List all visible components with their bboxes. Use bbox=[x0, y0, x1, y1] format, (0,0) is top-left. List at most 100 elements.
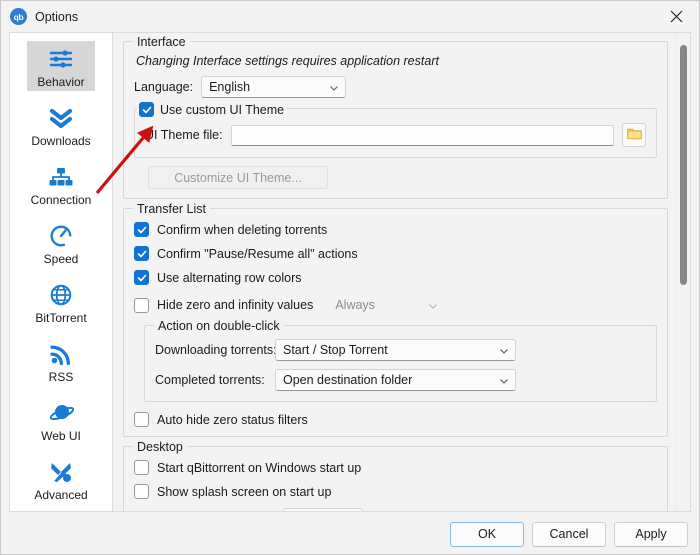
completed-action-value: Open destination folder bbox=[283, 373, 413, 387]
confirm-pause-resume-row[interactable]: Confirm "Pause/Resume all" actions bbox=[134, 246, 657, 261]
scrollbar-thumb[interactable] bbox=[680, 45, 687, 285]
use-custom-ui-theme-label: Use custom UI Theme bbox=[160, 102, 285, 117]
sidebar-item-label: Behavior bbox=[37, 75, 85, 89]
sidebar-item-speed[interactable]: Speed bbox=[10, 213, 112, 272]
speedometer-icon bbox=[44, 221, 78, 251]
language-row: Language: English bbox=[134, 76, 657, 98]
restart-note: Changing Interface settings requires app… bbox=[136, 54, 439, 68]
language-value: English bbox=[209, 80, 251, 94]
sidebar-item-bittorrent[interactable]: BitTorrent bbox=[10, 272, 112, 331]
confirm-pause-resume-checkbox[interactable] bbox=[134, 246, 149, 261]
theme-file-input[interactable] bbox=[230, 124, 614, 146]
hide-zero-values-checkbox[interactable] bbox=[134, 297, 149, 313]
sidebar-item-rss[interactable]: RSS bbox=[10, 331, 112, 390]
globe-icon bbox=[44, 280, 78, 310]
auto-hide-filters-label: Auto hide zero status filters bbox=[157, 412, 308, 427]
settings-sidebar[interactable]: Behavior Downloads Connection Speed BitT… bbox=[9, 32, 113, 512]
sidebar-item-label: RSS bbox=[48, 370, 74, 384]
auto-hide-filters-checkbox[interactable] bbox=[134, 412, 149, 427]
custom-theme-group: Use custom UI Theme UI Theme file: bbox=[134, 102, 657, 158]
downloading-action-row: Downloading torrents: Start / Stop Torre… bbox=[155, 339, 646, 361]
interface-group-legend: Interface bbox=[133, 35, 190, 49]
folder-icon bbox=[626, 127, 642, 143]
chevron-down-icon bbox=[499, 345, 509, 355]
sidebar-item-downloads[interactable]: Downloads bbox=[10, 95, 112, 154]
tools-icon bbox=[44, 457, 78, 487]
double-chevron-down-icon bbox=[44, 103, 78, 133]
network-icon bbox=[44, 162, 78, 192]
start-on-windows-checkbox[interactable] bbox=[134, 460, 149, 475]
downloading-action-select[interactable]: Start / Stop Torrent bbox=[275, 339, 516, 361]
qbittorrent-app-icon: qb bbox=[10, 8, 27, 25]
customize-theme-row: Customize UI Theme... bbox=[148, 166, 657, 189]
cancel-button[interactable]: Cancel bbox=[532, 521, 606, 547]
window-title: Options bbox=[35, 9, 79, 24]
confirm-delete-checkbox[interactable] bbox=[134, 222, 149, 237]
desktop-group: Desktop Start qBittorrent on Windows sta… bbox=[123, 440, 668, 511]
downloading-action-value: Start / Stop Torrent bbox=[283, 343, 388, 357]
window-state-select[interactable]: Normal bbox=[283, 508, 364, 511]
start-on-windows-row[interactable]: Start qBittorrent on Windows start up bbox=[134, 460, 657, 475]
title-bar: qb Options bbox=[1, 1, 699, 32]
dialog-footer: OK Cancel Apply bbox=[1, 514, 699, 554]
settings-content-pane: Interface Changing Interface settings re… bbox=[113, 32, 691, 512]
sidebar-item-label: BitTorrent bbox=[35, 311, 87, 325]
sidebar-item-label: Advanced bbox=[34, 488, 88, 502]
close-icon[interactable] bbox=[653, 1, 699, 32]
confirm-pause-resume-label: Confirm "Pause/Resume all" actions bbox=[157, 246, 358, 261]
hide-zero-values-row[interactable]: Hide zero and infinity values Always bbox=[134, 294, 657, 316]
theme-file-row: UI Theme file: bbox=[145, 123, 646, 147]
use-custom-ui-theme-checkbox[interactable] bbox=[139, 102, 154, 117]
downloading-action-label: Downloading torrents: bbox=[155, 343, 277, 357]
show-splash-row[interactable]: Show splash screen on start up bbox=[134, 484, 657, 499]
alternating-rows-checkbox[interactable] bbox=[134, 270, 149, 285]
show-splash-checkbox[interactable] bbox=[134, 484, 149, 499]
sidebar-item-connection[interactable]: Connection bbox=[10, 154, 112, 213]
sidebar-item-label: Downloads bbox=[31, 134, 91, 148]
completed-action-select[interactable]: Open destination folder bbox=[275, 369, 516, 391]
window-state-row: Window state on start up: Normal bbox=[134, 508, 657, 511]
sidebar-item-label: Connection bbox=[30, 193, 92, 207]
desktop-group-legend: Desktop bbox=[133, 440, 187, 454]
sliders-icon bbox=[44, 44, 78, 74]
completed-action-row: Completed torrents: Open destination fol… bbox=[155, 369, 646, 391]
theme-file-label: UI Theme file: bbox=[145, 128, 223, 142]
hide-zero-values-label: Hide zero and infinity values bbox=[157, 298, 314, 312]
double-click-action-group: Action on double-click Downloading torre… bbox=[144, 319, 657, 402]
browse-theme-file-button[interactable] bbox=[622, 123, 646, 147]
use-custom-theme-legend-wrap: Use custom UI Theme bbox=[137, 102, 287, 118]
chevron-down-icon bbox=[499, 375, 509, 385]
alternating-rows-label: Use alternating row colors bbox=[157, 270, 302, 285]
behavior-settings-page: Interface Changing Interface settings re… bbox=[113, 33, 676, 511]
ok-button[interactable]: OK bbox=[450, 521, 524, 547]
double-click-group-legend: Action on double-click bbox=[154, 319, 284, 333]
hide-zero-values-select: Always bbox=[327, 294, 445, 316]
language-label: Language: bbox=[134, 80, 194, 94]
interface-group: Interface Changing Interface settings re… bbox=[123, 35, 668, 199]
sidebar-item-label: Web UI bbox=[41, 429, 81, 443]
confirm-delete-row[interactable]: Confirm when deleting torrents bbox=[134, 222, 657, 237]
auto-hide-filters-row[interactable]: Auto hide zero status filters bbox=[134, 412, 657, 427]
language-select[interactable]: English bbox=[201, 76, 347, 98]
dialog-body: Behavior Downloads Connection Speed BitT… bbox=[1, 32, 699, 514]
confirm-delete-label: Confirm when deleting torrents bbox=[157, 222, 328, 237]
planet-icon bbox=[44, 398, 78, 428]
apply-button[interactable]: Apply bbox=[614, 521, 688, 547]
chevron-down-icon bbox=[428, 300, 438, 310]
alternating-rows-row[interactable]: Use alternating row colors bbox=[134, 270, 657, 285]
start-on-windows-label: Start qBittorrent on Windows start up bbox=[157, 460, 362, 475]
sidebar-item-behavior[interactable]: Behavior bbox=[10, 36, 112, 95]
completed-action-label: Completed torrents: bbox=[155, 373, 265, 387]
options-window: qb Options Behavior Downloads Connection… bbox=[0, 0, 700, 555]
rss-icon bbox=[44, 339, 78, 369]
customize-ui-theme-button: Customize UI Theme... bbox=[148, 166, 328, 189]
transfer-list-group-legend: Transfer List bbox=[133, 202, 211, 216]
transfer-list-group: Transfer List Confirm when deleting torr… bbox=[123, 202, 668, 437]
hide-zero-values-value: Always bbox=[335, 298, 375, 312]
chevron-down-icon bbox=[329, 82, 339, 92]
sidebar-item-advanced[interactable]: Advanced bbox=[10, 449, 112, 508]
sidebar-item-label: Speed bbox=[43, 252, 79, 266]
content-scrollbar[interactable] bbox=[676, 33, 690, 511]
show-splash-label: Show splash screen on start up bbox=[157, 484, 332, 499]
sidebar-item-web-ui[interactable]: Web UI bbox=[10, 390, 112, 449]
